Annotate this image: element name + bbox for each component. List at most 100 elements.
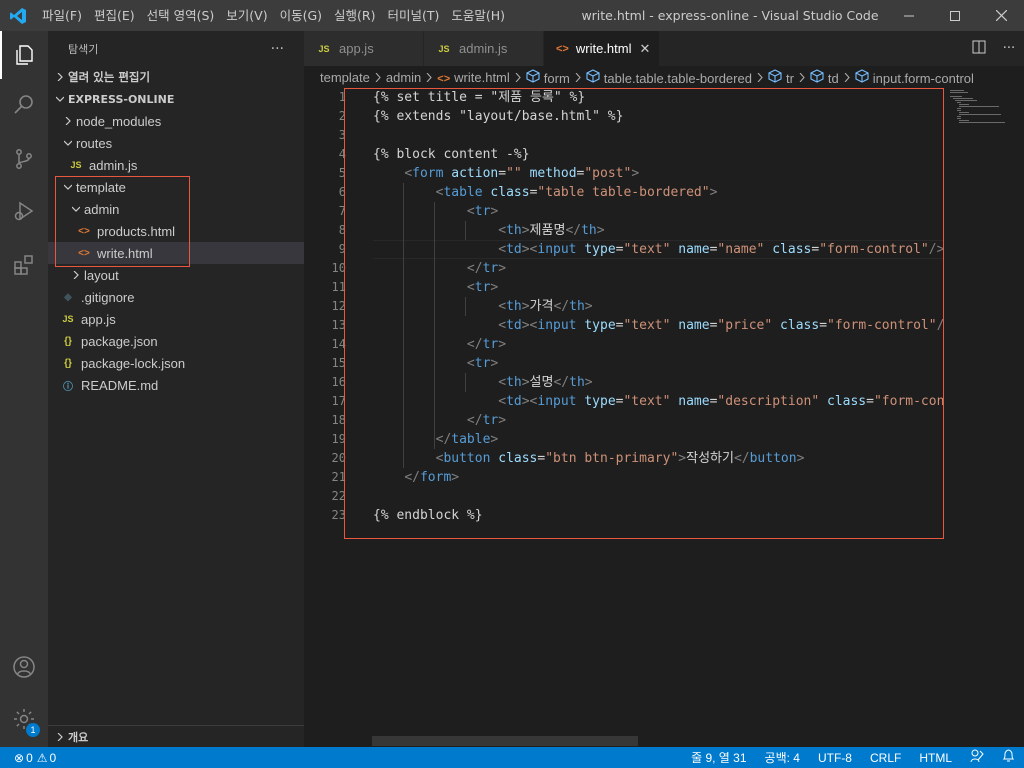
breadcrumb-item[interactable]: tr (768, 68, 794, 86)
run-debug-icon[interactable] (0, 187, 48, 235)
line-number: 22 (331, 489, 346, 503)
tree-file[interactable]: <> products.html (48, 220, 304, 242)
code-lines[interactable]: {% set title = "제품 등록" %} {% extends "lay… (373, 88, 943, 525)
code-token: > (521, 318, 530, 333)
extensions-icon[interactable] (0, 241, 48, 289)
code-token: "post" (584, 166, 632, 181)
symbol-element-icon (810, 68, 824, 83)
code-editor[interactable]: 1 2 3 4 5 6 7 8 9 10 11 12 13 14 15 16 17 18 19 20 21 22 23 {%… (304, 88, 1024, 747)
tree-file[interactable]: ◆ .gitignore (48, 286, 304, 308)
tree-folder[interactable]: template (48, 176, 304, 198)
menu-item[interactable]: 편집(E) (88, 0, 141, 31)
menu-item[interactable]: 이동(G) (274, 0, 328, 31)
horizontal-scrollbar[interactable] (372, 736, 638, 746)
html-file-icon: <> (78, 247, 90, 259)
code-token: > (709, 185, 718, 200)
account-icon[interactable] (0, 643, 48, 691)
code-token: {% set title = "제품 등록" %} (373, 90, 586, 105)
tree-folder[interactable]: node_modules (48, 110, 304, 132)
end-of-line[interactable]: CRLF (861, 751, 910, 765)
tree-label: routes (76, 135, 113, 151)
tree-file[interactable]: JS app.js (48, 308, 304, 330)
open-editors-section[interactable]: 열려 있는 편집기 (48, 66, 304, 88)
source-control-icon[interactable] (0, 135, 48, 183)
breadcrumb-item[interactable]: <> write.html (437, 70, 509, 85)
feedback-icon[interactable] (961, 749, 993, 766)
menu-item[interactable]: 터미널(T) (382, 0, 446, 31)
menu-item[interactable]: 보기(V) (220, 0, 273, 31)
menu-item[interactable]: 실행(R) (328, 0, 381, 31)
status-bar: ⊗ 0 ⚠ 0 줄 9, 열 31 공백: 4 UTF-8 CRLF HTML (0, 747, 1024, 768)
line-number: 10 (331, 261, 346, 275)
code-token: button (749, 451, 797, 466)
menu-item[interactable]: 도움말(H) (445, 0, 511, 31)
html-file-icon: <> (556, 42, 569, 55)
tab-admin-js[interactable]: JS admin.js (424, 31, 544, 66)
activity-bar: 1 (0, 31, 48, 747)
code-token: </ (466, 413, 483, 428)
title-bar: 파일(F) 편집(E) 선택 영역(S) 보기(V) 이동(G) 실행(R) 터미널(T) 도… (0, 0, 1024, 31)
encoding[interactable]: UTF-8 (809, 751, 861, 765)
tab-app-js[interactable]: JS app.js (304, 31, 424, 66)
project-section[interactable]: EXPRESS-ONLINE (48, 88, 304, 110)
language-mode[interactable]: HTML (910, 751, 961, 765)
line-number: 17 (331, 394, 346, 408)
split-editor-icon[interactable] (964, 40, 994, 58)
tree-file[interactable]: {} package-lock.json (48, 352, 304, 374)
close-tab-icon[interactable]: ✕ (639, 41, 650, 57)
breadcrumb-label: td (827, 70, 839, 86)
settings-badge: 1 (26, 723, 40, 737)
more-actions-button[interactable]: ··· (994, 41, 1024, 56)
search-icon[interactable] (0, 81, 48, 129)
minimize-button[interactable] (886, 0, 932, 31)
tree-file[interactable]: {} package.json (48, 330, 304, 352)
explorer-icon[interactable] (0, 31, 48, 79)
code-token: /></ (937, 318, 943, 333)
outline-label: 개요 (68, 731, 89, 744)
menu-item[interactable]: 파일(F) (36, 0, 88, 31)
breadcrumb-item[interactable]: table.table.table-bordered (586, 68, 752, 86)
code-token: class (772, 242, 812, 257)
tree-file[interactable]: JS admin.js (48, 154, 304, 176)
breadcrumb-item[interactable]: input.form-control (855, 68, 974, 86)
close-window-button[interactable] (978, 0, 1024, 31)
menu-item[interactable]: 선택 영역(S) (141, 0, 221, 31)
breadcrumb-item[interactable]: template (320, 70, 370, 85)
indentation[interactable]: 공백: 4 (756, 749, 809, 766)
tree-folder[interactable]: routes (48, 132, 304, 154)
breadcrumb-item[interactable]: td (810, 68, 839, 86)
code-token: {% endblock %} (373, 508, 483, 523)
notifications-bell-icon[interactable] (993, 749, 1024, 766)
code-token: > (490, 280, 499, 295)
code-token: < (498, 394, 507, 409)
problems-indicator[interactable]: ⊗ 0 ⚠ 0 (0, 751, 56, 765)
code-line: {% set title = "제품 등록" %} (373, 88, 943, 107)
outline-section[interactable]: 개요 (48, 725, 304, 747)
tab-write-html[interactable]: <> write.html ✕ (544, 31, 660, 66)
code-token: > (521, 375, 530, 390)
settings-gear-icon[interactable]: 1 (0, 695, 48, 743)
tree-folder[interactable]: layout (48, 264, 304, 286)
code-token: tr (474, 204, 491, 219)
cursor-position[interactable]: 줄 9, 열 31 (682, 749, 755, 766)
tree-folder[interactable]: admin (48, 198, 304, 220)
chevron-right-icon (426, 70, 433, 85)
tree-file[interactable]: <> write.html (48, 242, 304, 264)
maximize-button[interactable] (932, 0, 978, 31)
code-token: > (521, 394, 530, 409)
breadcrumb-item[interactable]: admin (386, 70, 421, 85)
code-token: name (678, 318, 710, 333)
code-token: < (466, 280, 475, 295)
breadcrumb-label: input.form-control (872, 70, 974, 86)
code-token: tr (482, 261, 499, 276)
breadcrumb-item[interactable]: form (526, 68, 570, 86)
more-actions-button[interactable]: ··· (271, 41, 284, 57)
minimap[interactable] (944, 88, 1010, 747)
code-token: td (506, 394, 522, 409)
tree-file[interactable]: ⓘ README.md (48, 374, 304, 396)
code-line: </tr> (373, 259, 943, 278)
